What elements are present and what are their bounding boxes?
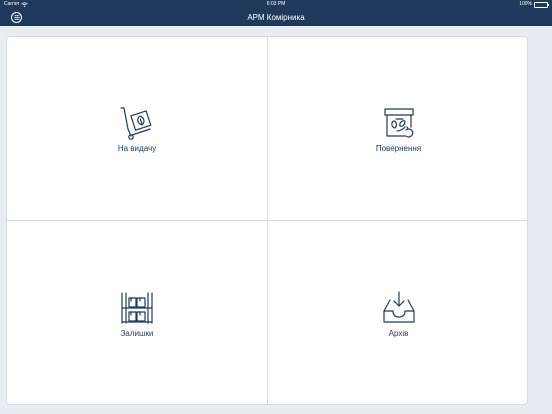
battery-percent: 100% [519,1,532,7]
nav-bar: АРМ Комірника [0,9,552,26]
shelving-stock-icon [121,291,153,324]
status-bar: Carrier 6:03 PM 100% [0,0,552,9]
menu-grid: На видачу Повернення Залишки Архів [6,36,528,405]
tile-stock-label: Залишки [120,328,154,338]
tile-issue[interactable]: На видачу [7,37,267,220]
return-box-icon [383,107,414,138]
page-title: АРМ Комірника [247,13,305,22]
hand-truck-box-icon [120,106,152,140]
tile-issue-label: На видачу [117,143,157,153]
status-time: 6:03 PM [266,1,286,7]
tile-return-label: Повернення [375,143,422,153]
archive-inbox-icon [382,290,415,323]
battery-icon [534,1,549,8]
tile-archive-label: Архів [388,328,409,338]
tile-stock[interactable]: Залишки [7,221,267,404]
tile-return[interactable]: Повернення [268,37,527,220]
battery-group: 100% [519,0,549,9]
tile-archive[interactable]: Архів [268,221,527,404]
